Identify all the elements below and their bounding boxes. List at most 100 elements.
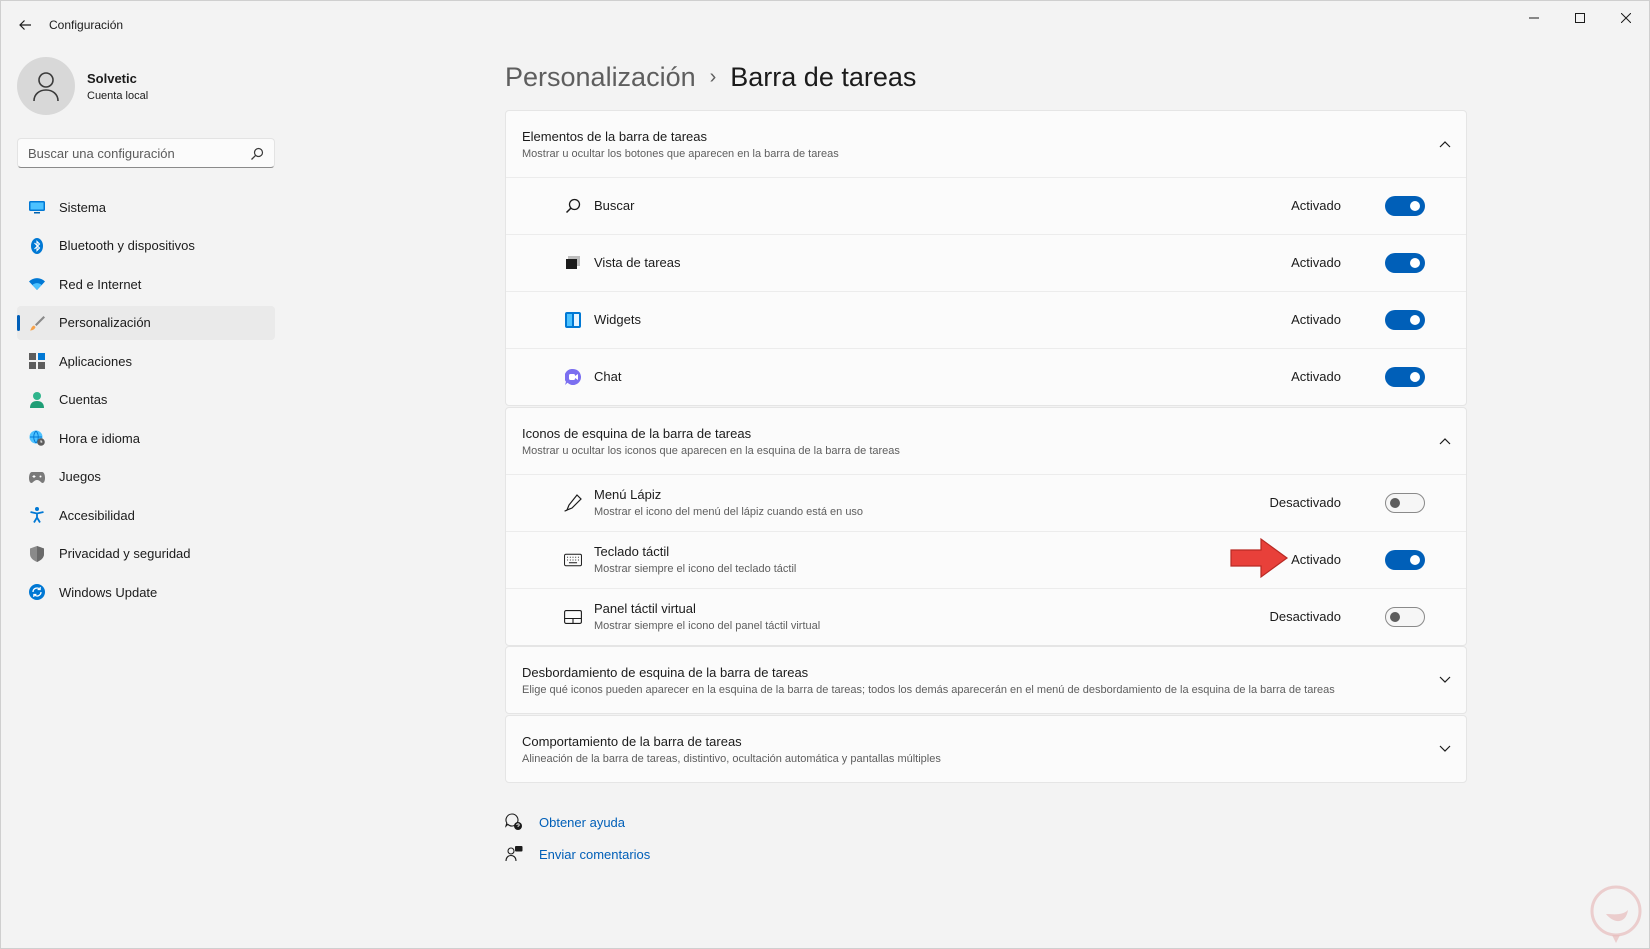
sidebar-item-sistema[interactable]: Sistema <box>17 190 275 224</box>
sidebar-item-bluetooth[interactable]: Bluetooth y dispositivos <box>17 229 275 263</box>
corner-icons-section: Iconos de esquina de la barra de tareas … <box>505 407 1467 646</box>
section-header[interactable]: Comportamiento de la barra de tareas Ali… <box>506 716 1466 782</box>
search-input[interactable] <box>18 139 274 167</box>
panel-tactil-virtual-toggle[interactable] <box>1385 607 1425 627</box>
section-subtitle: Mostrar u ocultar los botones que aparec… <box>522 148 839 160</box>
section-header[interactable]: Iconos de esquina de la barra de tareas … <box>506 408 1466 474</box>
setting-state: Desactivado <box>1269 609 1341 624</box>
task-view-icon <box>564 254 582 272</box>
chevron-down-icon[interactable] <box>1436 671 1454 689</box>
sidebar-item-cuentas[interactable]: Cuentas <box>17 383 275 417</box>
title-bar: Configuración <box>1 1 1649 49</box>
person-icon <box>29 391 45 408</box>
sidebar-item-personalizacion[interactable]: Personalización <box>17 305 275 340</box>
close-icon <box>1621 13 1631 23</box>
section-subtitle: Elige qué iconos pueden aparecer en la e… <box>522 684 1335 696</box>
maximize-button[interactable] <box>1557 1 1603 35</box>
section-header[interactable]: Desbordamiento de esquina de la barra de… <box>506 647 1466 713</box>
sidebar-item-aplicaciones[interactable]: Aplicaciones <box>17 344 275 378</box>
section-header[interactable]: Elementos de la barra de tareas Mostrar … <box>506 111 1466 177</box>
breadcrumb-parent[interactable]: Personalización <box>505 62 696 93</box>
send-feedback-link[interactable]: Enviar comentarios <box>505 843 650 865</box>
sidebar-item-label: Hora e idioma <box>59 430 140 446</box>
widgets-icon <box>564 311 582 329</box>
section-subtitle: Mostrar u ocultar los iconos que aparece… <box>522 445 900 457</box>
chevron-up-icon[interactable] <box>1436 135 1454 153</box>
gamepad-icon <box>29 469 45 485</box>
chat-icon <box>564 368 582 386</box>
setting-state: Desactivado <box>1269 495 1341 510</box>
setting-label: Vista de tareas <box>594 255 681 270</box>
setting-row-chat: Chat Activado <box>506 348 1466 405</box>
monitor-icon <box>29 199 45 215</box>
taskbar-behaviors-section: Comportamiento de la barra de tareas Ali… <box>505 715 1467 783</box>
search-icon[interactable] <box>250 147 264 161</box>
corner-overflow-section: Desbordamiento de esquina de la barra de… <box>505 646 1467 714</box>
setting-label: Chat <box>594 369 622 384</box>
teclado-tactil-toggle[interactable] <box>1385 550 1425 570</box>
sidebar-item-label: Personalización <box>59 315 151 330</box>
setting-state: Activado <box>1291 255 1341 270</box>
profile-account-type: Cuenta local <box>87 89 149 102</box>
setting-row-menu-lapiz: Menú Lápiz Mostrar el icono del menú del… <box>506 474 1466 531</box>
setting-state: Activado <box>1291 198 1341 213</box>
apps-icon <box>29 353 45 369</box>
back-button[interactable] <box>13 13 37 37</box>
back-arrow-icon <box>19 20 31 30</box>
setting-row-vista-de-tareas: Vista de tareas Activado <box>506 234 1466 291</box>
settings-search[interactable] <box>17 138 275 168</box>
help-icon <box>505 813 523 831</box>
wifi-icon <box>29 276 45 292</box>
setting-row-buscar: Buscar Activado <box>506 177 1466 234</box>
accessibility-icon <box>29 507 45 523</box>
app-title: Configuración <box>49 18 124 32</box>
brush-icon <box>29 315 45 331</box>
section-title: Comportamiento de la barra de tareas <box>522 734 742 749</box>
setting-description: Mostrar siempre el icono del teclado tác… <box>594 563 797 575</box>
menu-lapiz-toggle[interactable] <box>1385 493 1425 513</box>
setting-label: Panel táctil virtual <box>594 601 696 616</box>
sidebar-item-label: Bluetooth y dispositivos <box>59 238 195 253</box>
setting-label: Buscar <box>594 198 635 213</box>
sidebar-item-juegos[interactable]: Juegos <box>17 460 275 494</box>
setting-description: Mostrar el icono del menú del lápiz cuan… <box>594 506 864 518</box>
chat-toggle[interactable] <box>1385 367 1425 387</box>
avatar <box>17 57 75 115</box>
maximize-icon <box>1575 13 1585 23</box>
sidebar-item-privacidad[interactable]: Privacidad y seguridad <box>17 537 275 571</box>
page-title: Barra de tareas <box>730 61 917 92</box>
sidebar-item-red[interactable]: Red e Internet <box>17 267 275 301</box>
section-title: Iconos de esquina de la barra de tareas <box>522 426 752 441</box>
setting-state: Activado <box>1291 552 1341 567</box>
sidebar-item-hora[interactable]: Hora e idioma <box>17 421 275 455</box>
setting-label: Widgets <box>594 312 641 327</box>
feedback-icon <box>505 845 523 863</box>
send-feedback-label[interactable]: Enviar comentarios <box>539 847 650 862</box>
setting-description: Mostrar siempre el icono del panel tácti… <box>594 620 821 632</box>
taskbar-items-section: Elementos de la barra de tareas Mostrar … <box>505 110 1467 406</box>
setting-state: Activado <box>1291 312 1341 327</box>
vista-de-tareas-toggle[interactable] <box>1385 253 1425 273</box>
minimize-button[interactable] <box>1511 1 1557 35</box>
sidebar-item-label: Red e Internet <box>59 276 142 292</box>
sidebar-item-accesibilidad[interactable]: Accesibilidad <box>17 498 275 532</box>
keyboard-icon <box>564 551 582 569</box>
sidebar-item-windows-update[interactable]: Windows Update <box>17 575 275 609</box>
widgets-toggle[interactable] <box>1385 310 1425 330</box>
get-help-label[interactable]: Obtener ayuda <box>539 815 625 830</box>
chevron-up-icon[interactable] <box>1436 432 1454 450</box>
setting-label: Teclado táctil <box>594 544 670 559</box>
user-profile[interactable]: Solvetic Cuenta local <box>17 57 148 115</box>
profile-name: Solvetic <box>87 70 137 86</box>
section-title: Desbordamiento de esquina de la barra de… <box>522 665 809 680</box>
breadcrumb-separator: › <box>709 65 717 88</box>
get-help-link[interactable]: Obtener ayuda <box>505 811 625 833</box>
chevron-down-icon[interactable] <box>1436 740 1454 758</box>
sidebar-item-label: Sistema <box>59 199 106 215</box>
minimize-icon <box>1529 17 1539 19</box>
sidebar-item-label: Accesibilidad <box>59 507 135 523</box>
buscar-toggle[interactable] <box>1385 196 1425 216</box>
sidebar-item-label: Privacidad y seguridad <box>59 546 191 561</box>
close-button[interactable] <box>1603 1 1649 35</box>
touchpad-icon <box>564 608 582 626</box>
